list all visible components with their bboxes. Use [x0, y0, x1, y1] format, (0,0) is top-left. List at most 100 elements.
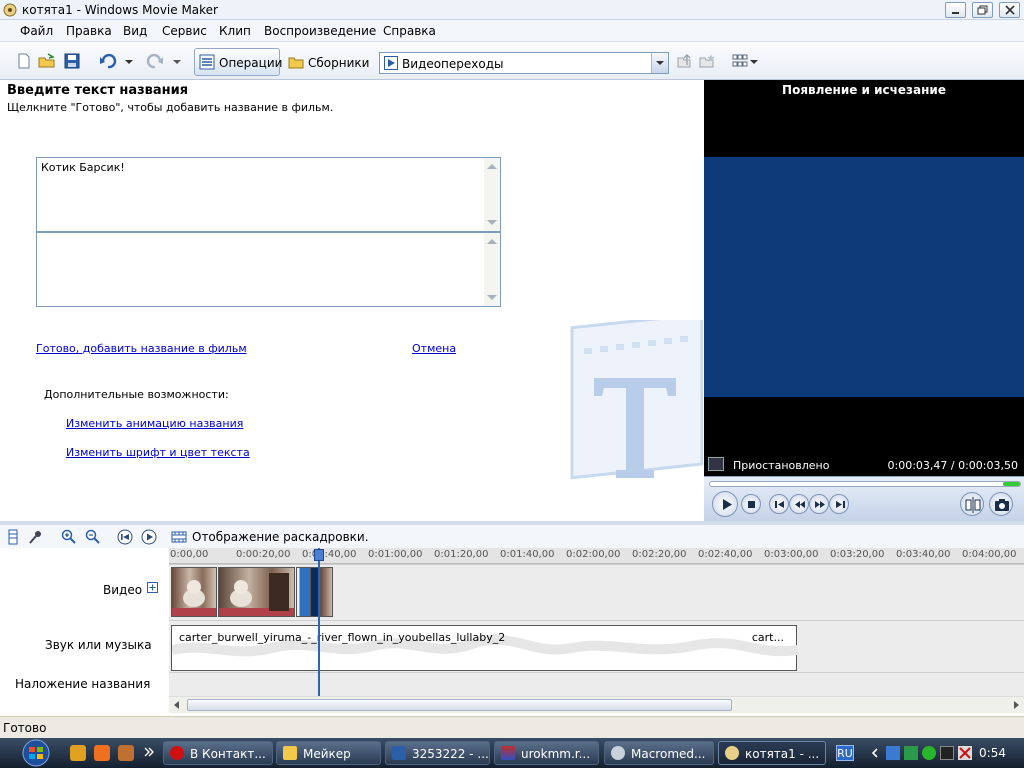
zoom-in-icon[interactable]	[61, 529, 77, 545]
macromedia-icon	[611, 746, 625, 760]
new-collection-icon[interactable]	[698, 52, 716, 70]
close-button[interactable]	[999, 2, 1020, 18]
menu-clip[interactable]: Клип	[219, 24, 251, 38]
undo-dropdown-icon[interactable]	[124, 52, 134, 70]
combo-dropdown-button[interactable]	[651, 53, 668, 73]
tray-app-icon[interactable]	[904, 746, 918, 760]
open-project-icon[interactable]	[38, 52, 56, 70]
timeline-scrollbar[interactable]	[169, 696, 1024, 713]
scrollbar-thumb[interactable]	[187, 699, 732, 711]
up-one-level-icon[interactable]	[675, 52, 693, 70]
done-add-title-link[interactable]: Готово, добавить название в фильм	[36, 342, 247, 355]
play-timeline-icon[interactable]	[141, 529, 157, 545]
stop-button[interactable]	[741, 494, 761, 514]
tray-volume-muted-icon[interactable]	[958, 746, 972, 760]
quick-launch-mail-icon[interactable]	[94, 745, 110, 761]
tray-monitor-icon[interactable]	[940, 746, 954, 760]
split-clip-button[interactable]	[960, 492, 984, 516]
maximize-button[interactable]	[972, 2, 993, 18]
previous-frame-button[interactable]	[769, 494, 789, 514]
take-picture-button[interactable]	[989, 492, 1013, 516]
task-pane: Введите текст названия Щелкните "Готово"…	[0, 80, 703, 521]
tray-status-icon[interactable]	[922, 746, 936, 760]
change-text-font-link[interactable]: Изменить шрифт и цвет текста	[66, 446, 250, 459]
quick-launch-browser-icon[interactable]	[70, 745, 86, 761]
show-storyboard-label[interactable]: Отображение раскадровки.	[192, 530, 369, 544]
show-storyboard-icon[interactable]	[171, 529, 187, 545]
views-dropdown-icon[interactable]	[749, 52, 759, 70]
menu-tools[interactable]: Сервис	[162, 24, 207, 38]
undo-icon[interactable]	[99, 52, 117, 70]
next-frame-button[interactable]	[829, 494, 849, 514]
task-movie-maker[interactable]: котята1 - ...	[718, 741, 826, 765]
title-text-input[interactable]	[37, 158, 485, 231]
expand-plus-icon[interactable]	[147, 582, 158, 593]
menu-edit[interactable]: Правка	[66, 24, 112, 38]
video-track-label: Видео	[103, 583, 143, 597]
tray-network-icon[interactable]	[886, 746, 900, 760]
ruler-tick-label: 0:00,00	[170, 549, 209, 560]
preview-status-bar: Приостановлено 0:00:03,47 / 0:00:03,50	[704, 454, 1024, 476]
audio-track[interactable]: carter_burwell_yiruma_-_river_flown_in_y…	[169, 620, 1024, 672]
menu-view[interactable]: Вид	[123, 24, 147, 38]
menu-help[interactable]: Справка	[383, 24, 436, 38]
quick-launch-app-icon[interactable]	[118, 745, 134, 761]
video-clip-2[interactable]	[218, 567, 295, 617]
video-clip-1[interactable]	[171, 567, 217, 617]
time-ruler[interactable]: 0:00,00 0:00:20,00 0:00:40,00 0:01:00,00 0:0…	[169, 548, 1024, 564]
operations-button[interactable]: Операции	[194, 48, 282, 76]
scroll-right-icon[interactable]	[1014, 701, 1019, 709]
video-track[interactable]	[169, 564, 1024, 620]
preview-monitor-panel: Появление и исчезание Приостановлено 0:0…	[704, 80, 1024, 521]
fast-forward-button[interactable]	[809, 494, 829, 514]
menu-file[interactable]: Файл	[20, 24, 53, 38]
ruler-tick-label: 0:00:20,00	[236, 549, 291, 560]
audio-clip-name: carter_burwell_yiruma_-_river_flown_in_y…	[179, 631, 506, 644]
play-icon	[723, 499, 732, 510]
playhead[interactable]	[318, 548, 320, 696]
tray-expand-icon[interactable]	[870, 747, 880, 759]
quick-launch-more-icon[interactable]	[143, 744, 155, 760]
second-text-input[interactable]	[37, 233, 485, 306]
task-vkontakte[interactable]: В Контакт...	[163, 741, 273, 765]
collections-combo[interactable]: Видеопереходы	[379, 52, 669, 74]
collections-button[interactable]: Сборники	[283, 48, 369, 76]
browser-icon	[501, 746, 515, 760]
folder-icon	[283, 746, 297, 760]
split-icon	[965, 497, 981, 513]
zoom-out-icon[interactable]	[85, 529, 101, 545]
video-clip-4[interactable]	[320, 567, 333, 617]
audio-clip[interactable]: carter_burwell_yiruma_-_river_flown_in_y…	[171, 625, 798, 671]
title-overlay-track[interactable]	[169, 672, 1024, 696]
cancel-link[interactable]: Отмена	[412, 342, 456, 355]
video-transitions-icon	[384, 56, 398, 70]
redo-icon[interactable]	[146, 52, 164, 70]
title-text-scrollbar[interactable]	[484, 158, 500, 231]
play-button[interactable]	[712, 491, 738, 517]
playhead-handle[interactable]	[314, 549, 324, 561]
transition-clip[interactable]	[296, 567, 311, 617]
narrate-timeline-icon[interactable]	[28, 529, 44, 545]
rewind-timeline-icon[interactable]	[117, 529, 133, 545]
change-title-animation-link[interactable]: Изменить анимацию названия	[66, 417, 243, 430]
storyboard-view-icon[interactable]	[5, 529, 21, 545]
redo-dropdown-icon[interactable]	[172, 52, 182, 70]
task-urokmm[interactable]: urokmm.r...	[494, 741, 599, 765]
views-icon[interactable]	[731, 52, 749, 70]
task-macromedia[interactable]: Macromed...	[604, 741, 714, 765]
minimize-button[interactable]	[945, 2, 966, 18]
second-text-scrollbar[interactable]	[484, 233, 500, 306]
save-project-icon[interactable]	[63, 52, 81, 70]
task-label: urokmm.r...	[521, 747, 591, 761]
task-word-document[interactable]: 3253222 - ...	[385, 741, 490, 765]
task-maker-folder[interactable]: Мейкер	[276, 741, 381, 765]
language-indicator[interactable]: RU	[836, 745, 854, 761]
playback-status-icon	[708, 457, 724, 471]
new-project-icon[interactable]	[15, 52, 33, 70]
start-orb-icon[interactable]	[16, 738, 56, 768]
seek-bar[interactable]	[709, 481, 1021, 487]
menu-playback[interactable]: Воспроизведение	[264, 24, 376, 38]
rewind-button[interactable]	[789, 494, 809, 514]
restore-icon	[977, 5, 988, 15]
scroll-left-icon[interactable]	[174, 701, 179, 709]
